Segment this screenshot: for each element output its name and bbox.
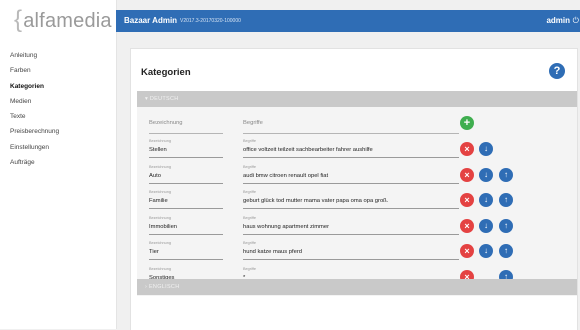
category-name-field[interactable]: Bezeichnung Immobilien — [149, 216, 223, 235]
category-name-field-label: Bezeichnung — [149, 241, 171, 245]
category-row: Bezeichnung Stellen Begriffe office voltzei… — [137, 139, 577, 161]
delete-category-button[interactable]: × — [460, 167, 474, 182]
sidebar-item-medien[interactable]: Medien — [10, 94, 59, 109]
category-name-field-label: Bezeichnung — [149, 190, 171, 194]
category-name-field[interactable]: Bezeichnung Auto — [149, 165, 223, 184]
category-row: Bezeichnung Familie Begriffe geburt glück t… — [137, 190, 577, 212]
category-name-field-label: Bezeichnung — [149, 215, 171, 220]
category-terms-field[interactable]: Begriffe haus wohnung apartment zimmer — [243, 216, 459, 235]
category-terms-field-value: haus wohnung apartment zimmer — [243, 223, 330, 230]
new-category-row: Bezeichnung Begriffe + — [137, 113, 577, 135]
sidebar-item-anleitung[interactable]: Anleitung — [10, 48, 59, 63]
category-name-field-label: Bezeichnung — [149, 164, 171, 169]
sidebar: {alfamedia Anleitung Farben Kategorien Medi… — [0, 0, 117, 329]
category-terms-field-label: Begriffe — [243, 190, 257, 194]
category-terms-field[interactable]: Begriffe audi bmw citroen renault opel fi… — [243, 165, 459, 184]
sidebar-item-farben[interactable]: Farben — [10, 63, 59, 78]
section-body-deutsch: Bezeichnung Begriffe + Bezeichnung Stelle… — [137, 107, 577, 296]
move-down-button[interactable]: ↓ — [479, 193, 493, 207]
category-terms-field[interactable]: Begriffe geburt glück tod mutter mama vat… — [243, 190, 459, 209]
add-category-button[interactable]: + — [460, 116, 474, 130]
move-down-button[interactable]: ↓ — [479, 244, 493, 258]
category-name-field[interactable]: Bezeichnung Familie — [149, 190, 223, 209]
sidebar-item-kategorien[interactable]: Kategorien — [10, 79, 59, 94]
category-name-field[interactable]: Bezeichnung Stellen — [149, 139, 223, 158]
category-row: Bezeichnung Tier Begriffe hund katze maus p… — [137, 241, 577, 263]
sidebar-item-aufträge[interactable]: Aufträge — [10, 155, 59, 170]
move-up-button[interactable]: ↑ — [499, 244, 513, 258]
top-bar: Bazaar Admin V2017.3-20170320-100000 adm… — [116, 10, 580, 32]
logo[interactable]: {alfamedia — [14, 6, 112, 34]
sidebar-item-einstellungen[interactable]: Einstellungen — [10, 140, 59, 155]
new-terms-field[interactable]: Begriffe — [243, 113, 459, 134]
category-terms-field[interactable]: Begriffe hund katze maus pferd — [243, 241, 459, 260]
move-down-button[interactable]: ↓ — [479, 218, 493, 233]
user-menu[interactable]: admin — [546, 16, 570, 25]
category-name-field-label: Bezeichnung — [149, 139, 171, 143]
logout-icon[interactable]: ⏻ — [573, 16, 579, 26]
category-terms-field[interactable]: Begriffe office voltzeit teilzeit sachbea… — [243, 139, 459, 158]
new-name-field[interactable]: Bezeichnung — [149, 113, 223, 134]
help-icon[interactable]: ? — [549, 63, 565, 79]
move-down-button[interactable]: ↓ — [479, 167, 493, 182]
delete-category-button[interactable]: × — [460, 193, 474, 207]
move-up-button[interactable]: ↑ — [499, 193, 513, 207]
category-name-field-value: Familie — [149, 198, 168, 204]
sidebar-item-preisberechnung[interactable]: Preisberechnung — [10, 124, 59, 139]
category-terms-field-value: geburt glück tod mutter mama vater papa … — [243, 198, 389, 204]
delete-category-button[interactable]: × — [460, 218, 474, 233]
new-terms-placeholder: Begriffe — [243, 120, 263, 126]
category-name-field-label: Bezeichnung — [149, 266, 171, 271]
delete-category-button[interactable]: × — [460, 142, 474, 156]
category-terms-field-label: Begriffe — [243, 139, 257, 143]
section-header-englisch[interactable]: › ENGLISCH — [137, 279, 577, 295]
delete-category-button[interactable]: × — [460, 244, 474, 258]
logo-brace: { — [14, 6, 23, 33]
category-terms-field-label: Begriffe — [243, 241, 257, 245]
category-name-field[interactable]: Bezeichnung Tier — [149, 241, 223, 260]
move-up-button[interactable]: ↑ — [499, 218, 513, 233]
new-name-placeholder: Bezeichnung — [149, 120, 183, 126]
category-name-field-value: Immobilien — [149, 223, 178, 230]
sidebar-item-texte[interactable]: Texte — [10, 109, 59, 124]
category-row: Bezeichnung Auto Begriffe audi bmw citroen … — [137, 165, 577, 187]
move-up-button[interactable]: ↑ — [499, 167, 513, 182]
content-card: Kategorien ? ▾ DEUTSCH Bezeichnung Begri… — [130, 48, 578, 330]
category-terms-field-value: hund katze maus pferd — [243, 249, 302, 255]
sidebar-nav: Anleitung Farben Kategorien Medien Texte Prei… — [10, 48, 59, 170]
category-terms-field-value: office voltzeit teilzeit sachbearbeiter … — [243, 147, 373, 153]
category-name-field-value: Tier — [149, 249, 159, 255]
category-name-field-value: Auto — [149, 172, 161, 179]
app-version: V2017.3-20170320-100000 — [180, 17, 241, 24]
app-title[interactable]: Bazaar Admin — [124, 16, 177, 25]
logo-text: alfamedia — [23, 10, 112, 32]
category-row: Bezeichnung Immobilien Begriffe haus wohnun… — [137, 216, 577, 238]
category-name-field-value: Stellen — [149, 147, 167, 153]
category-terms-field-label: Begriffe — [243, 215, 257, 220]
category-terms-field-value: audi bmw citroen renault opel fiat — [243, 172, 329, 179]
page-title: Kategorien — [141, 67, 191, 78]
section-header-deutsch[interactable]: ▾ DEUTSCH — [137, 91, 577, 107]
category-terms-field-label: Begriffe — [243, 164, 257, 169]
category-terms-field-label: Begriffe — [243, 266, 257, 271]
move-down-button[interactable]: ↓ — [479, 142, 493, 156]
